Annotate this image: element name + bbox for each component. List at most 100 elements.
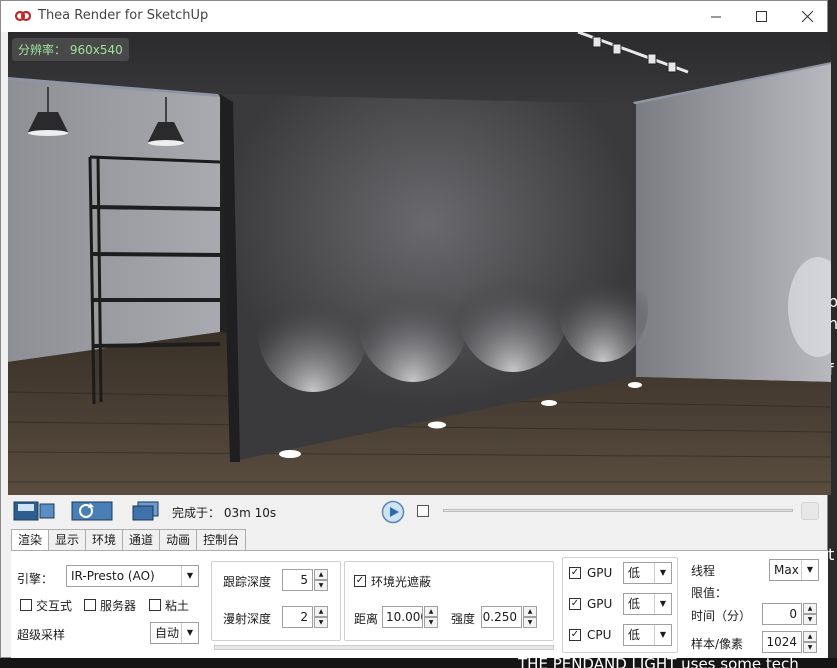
intensity-value[interactable]: 0.250 — [481, 606, 522, 628]
gpu-1-priority-select[interactable]: 低 ▼ — [623, 562, 672, 584]
gpu-1-label: GPU — [587, 566, 613, 580]
tab-console[interactable]: 控制台 — [196, 529, 247, 551]
stepper-up-icon[interactable]: ▲ — [314, 569, 328, 580]
render-time-value: 03m 10s — [223, 506, 277, 520]
render-viewport[interactable]: 分辨率： 960x540 — [8, 32, 831, 495]
clay-checkbox[interactable] — [149, 599, 161, 611]
progress-end-button[interactable] — [801, 502, 819, 520]
server-label: 服务器 — [100, 599, 137, 613]
threads-label: 线程 — [691, 564, 716, 578]
diffuse-depth-stepper[interactable]: 2 ▲ ▼ — [282, 606, 328, 628]
gpu-2-checkbox[interactable]: ✓ — [569, 598, 581, 610]
engine-label: 引擎： — [17, 572, 54, 586]
supersampling-value: 自动 — [155, 626, 180, 640]
render-toolbar: 完成于： 03m 10s — [8, 497, 831, 529]
distance-value[interactable]: 10.000 — [382, 606, 423, 628]
title-bar: Thea Render for SketchUp — [1, 1, 827, 32]
gpu-1-priority-value: 低 — [628, 566, 641, 580]
time-limit-label: 时间（分） — [691, 609, 752, 623]
gpu-2-priority-select[interactable]: 低 ▼ — [623, 593, 672, 615]
server-checkbox[interactable] — [84, 599, 96, 611]
chevron-down-icon: ▼ — [801, 560, 818, 580]
stepper-up-icon[interactable]: ▲ — [523, 606, 537, 617]
interactive-label: 交互式 — [36, 599, 73, 613]
bg-bottom-text: THE PENDAND LIGHT uses some tech — [518, 658, 799, 668]
render-time-status: 完成于： 03m 10s — [172, 504, 276, 521]
tab-environment[interactable]: 环境 — [85, 529, 124, 551]
chevron-down-icon: ▼ — [654, 563, 671, 583]
stepper-up-icon[interactable]: ▲ — [803, 631, 817, 642]
bg-text: t — [828, 545, 835, 564]
tab-animation[interactable]: 动画 — [159, 529, 198, 551]
gpu-2-label: GPU — [587, 597, 613, 611]
limit-label: 限值： — [691, 586, 728, 600]
stepper-down-icon[interactable]: ▼ — [523, 617, 537, 628]
cpu-label: CPU — [587, 628, 612, 642]
tab-channels[interactable]: 通道 — [122, 529, 161, 551]
progress-track[interactable] — [443, 509, 793, 512]
image-stack-icon[interactable] — [128, 499, 172, 523]
samples-label: 样本/像素 — [691, 637, 744, 651]
close-button[interactable] — [784, 1, 830, 32]
background-text-strip: THE PENDAND LIGHT uses some tech — [0, 658, 837, 668]
stepper-down-icon[interactable]: ▼ — [803, 642, 817, 653]
close-icon — [801, 11, 813, 22]
chevron-down-icon: ▼ — [181, 566, 198, 586]
samples-stepper[interactable]: 1024 ▲ ▼ — [762, 631, 817, 653]
supersampling-label: 超级采样 — [17, 628, 66, 642]
gpu-2-priority-value: 低 — [628, 597, 641, 611]
panel-scrollbar[interactable] — [214, 645, 554, 650]
thea-render-window: Thea Render for SketchUp 分辨率： 960x540 完成… — [0, 0, 831, 658]
time-limit-value[interactable]: 0 — [762, 603, 802, 625]
stepper-down-icon[interactable]: ▼ — [314, 580, 328, 591]
trace-depth-stepper[interactable]: 5 ▲ ▼ — [282, 569, 328, 591]
threads-value: Max — [774, 563, 799, 577]
animation-checkbox[interactable] — [417, 505, 429, 517]
cpu-checkbox[interactable]: ✓ — [569, 629, 581, 641]
cpu-priority-select[interactable]: 低 ▼ — [623, 624, 672, 646]
samples-value[interactable]: 1024 — [762, 631, 802, 653]
resolution-label: 分辨率： — [18, 43, 67, 57]
chevron-down-icon: ▼ — [654, 625, 671, 645]
intensity-stepper[interactable]: 0.250 ▲ ▼ — [481, 606, 537, 628]
play-icon[interactable] — [381, 500, 405, 524]
threads-select[interactable]: Max ▼ — [769, 559, 819, 581]
tab-render[interactable]: 渲染 — [11, 529, 50, 552]
gpu-1-checkbox[interactable]: ✓ — [569, 567, 581, 579]
stepper-down-icon[interactable]: ▼ — [803, 614, 817, 625]
resolution-badge: 分辨率： 960x540 — [12, 38, 129, 61]
diffuse-depth-value[interactable]: 2 — [282, 606, 313, 628]
trace-depth-value[interactable]: 5 — [282, 569, 313, 591]
maximize-icon — [755, 11, 767, 22]
time-limit-stepper[interactable]: 0 ▲ ▼ — [762, 603, 817, 625]
distance-stepper[interactable]: 10.000 ▲▼ — [382, 606, 438, 628]
resolution-value: 960x540 — [69, 43, 123, 57]
distance-label: 距离 — [354, 612, 379, 626]
tab-strip: 渲染 显示 环境 通道 动画 控制台 — [11, 529, 247, 552]
stepper-down-icon[interactable]: ▼ — [424, 617, 438, 628]
stepper-up-icon[interactable]: ▲ — [803, 603, 817, 614]
stepper-down-icon[interactable]: ▼ — [314, 617, 328, 628]
supersampling-select[interactable]: 自动 ▼ — [150, 622, 199, 644]
engine-select[interactable]: IR-Presto (AO) ▼ — [66, 565, 199, 587]
diffuse-depth-label: 漫射深度 — [223, 612, 272, 626]
tab-display[interactable]: 显示 — [48, 529, 87, 551]
trace-depth-label: 跟踪深度 — [223, 575, 272, 589]
intensity-label: 强度 — [451, 612, 476, 626]
stepper-up-icon[interactable]: ▲ — [424, 606, 438, 617]
stepper-up-icon[interactable]: ▲ — [314, 606, 328, 617]
engine-value: IR-Presto (AO) — [71, 569, 155, 583]
chevron-down-icon: ▼ — [654, 594, 671, 614]
maximize-button[interactable] — [738, 1, 784, 32]
minimize-button[interactable] — [693, 1, 739, 32]
render-image — [8, 32, 831, 495]
interactive-checkbox[interactable] — [20, 599, 32, 611]
cpu-priority-value: 低 — [628, 628, 641, 642]
ambient-occlusion-checkbox[interactable]: ✓ — [354, 575, 366, 587]
refresh-render-icon[interactable] — [70, 499, 114, 523]
render-done-label: 完成于： — [172, 506, 221, 520]
save-image-icon[interactable] — [12, 499, 56, 523]
thea-logo-icon — [15, 10, 31, 22]
chevron-down-icon: ▼ — [181, 623, 198, 643]
clay-label: 粘土 — [165, 599, 190, 613]
